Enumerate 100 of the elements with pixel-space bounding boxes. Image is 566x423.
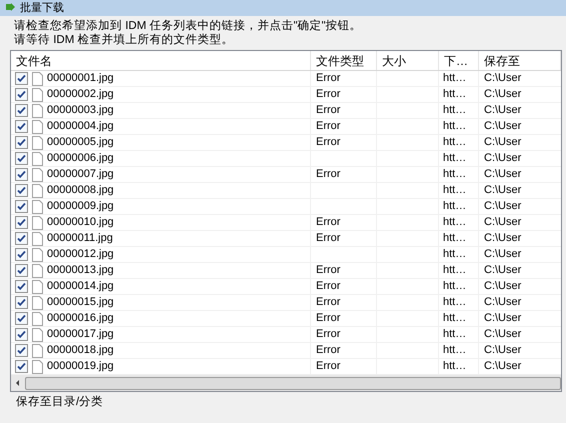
file-icon — [32, 360, 43, 374]
file-name: 00000012.jpg — [47, 247, 114, 262]
file-icon — [32, 168, 43, 182]
file-icon — [32, 200, 43, 214]
file-type: Error — [316, 167, 340, 182]
url-cell-text: htt… — [443, 279, 466, 294]
save-path: C:\User — [484, 215, 522, 230]
file-name: 00000005.jpg — [47, 135, 114, 150]
file-name: 00000007.jpg — [47, 167, 114, 182]
checkbox[interactable] — [15, 296, 28, 309]
checkbox[interactable] — [15, 184, 28, 197]
save-path: C:\User — [484, 263, 522, 278]
column-header[interactable]: 保存至 — [479, 51, 561, 70]
file-icon — [32, 312, 43, 326]
file-type: Error — [316, 119, 340, 134]
file-icon — [32, 280, 43, 294]
checkbox[interactable] — [15, 104, 28, 117]
file-icon — [32, 104, 43, 118]
file-name: 00000004.jpg — [47, 119, 114, 134]
checkbox[interactable] — [15, 152, 28, 165]
checkbox[interactable] — [15, 360, 28, 373]
url-cell-text: htt… — [443, 215, 466, 230]
file-icon — [32, 344, 43, 358]
url-cell-text: htt… — [443, 311, 466, 326]
save-path: C:\User — [484, 119, 522, 134]
file-type: Error — [316, 231, 340, 246]
url-cell-text: htt… — [443, 343, 466, 358]
file-type: Error — [316, 263, 340, 278]
checkbox[interactable] — [15, 344, 28, 357]
file-icon — [32, 296, 43, 310]
file-name: 00000018.jpg — [47, 343, 114, 358]
save-path: C:\User — [484, 327, 522, 342]
file-name: 00000013.jpg — [47, 263, 114, 278]
save-path: C:\User — [484, 231, 522, 246]
save-path: C:\User — [484, 247, 522, 262]
checkbox[interactable] — [15, 200, 28, 213]
file-name: 00000003.jpg — [47, 103, 114, 118]
checkbox[interactable] — [15, 216, 28, 229]
scroll-thumb[interactable] — [25, 376, 561, 390]
checkbox[interactable] — [15, 136, 28, 149]
url-cell-text: htt… — [443, 247, 466, 262]
checkbox[interactable] — [15, 264, 28, 277]
instruction-text: 请等待 IDM 检查并填上所有的文件类型。 — [14, 33, 234, 47]
file-name: 00000008.jpg — [47, 183, 114, 198]
save-path: C:\User — [484, 279, 522, 294]
file-icon — [32, 248, 43, 262]
file-name: 00000010.jpg — [47, 215, 114, 230]
save-path: C:\User — [484, 359, 522, 374]
save-path: C:\User — [484, 167, 522, 182]
file-name: 00000001.jpg — [47, 71, 114, 86]
file-type: Error — [316, 311, 340, 326]
file-name: 00000019.jpg — [47, 359, 114, 374]
file-icon — [32, 120, 43, 134]
checkbox[interactable] — [15, 120, 28, 133]
file-type: Error — [316, 103, 340, 118]
url-cell-text: htt… — [443, 151, 466, 166]
url-cell-text: htt… — [443, 103, 466, 118]
file-icon — [32, 232, 43, 246]
column-header[interactable]: 文件类型 — [311, 51, 377, 70]
url-cell-text: htt… — [443, 231, 466, 246]
horizontal-scrollbar[interactable] — [11, 375, 561, 391]
file-name: 00000016.jpg — [47, 311, 114, 326]
checkbox[interactable] — [15, 168, 28, 181]
file-name: 00000015.jpg — [47, 295, 114, 310]
save-path: C:\User — [484, 71, 522, 86]
file-type: Error — [316, 87, 340, 102]
checkbox[interactable] — [15, 328, 28, 341]
column-header[interactable]: 下… — [439, 51, 479, 70]
file-icon — [32, 216, 43, 230]
checkbox[interactable] — [15, 312, 28, 325]
url-cell-text: htt… — [443, 327, 466, 342]
file-type: Error — [316, 359, 340, 374]
url-cell-text: htt… — [443, 263, 466, 278]
footer-label: 保存至目录/分类 — [15, 394, 104, 410]
file-name: 00000006.jpg — [47, 151, 114, 166]
file-type: Error — [316, 279, 340, 294]
file-type: Error — [316, 343, 340, 358]
file-icon — [32, 72, 43, 86]
save-path: C:\User — [484, 311, 522, 326]
save-path: C:\User — [484, 199, 522, 214]
file-name: 00000009.jpg — [47, 199, 114, 214]
url-cell-text: htt… — [443, 135, 466, 150]
save-path: C:\User — [484, 343, 522, 358]
download-arrow-icon — [4, 2, 16, 14]
url-cell-text: htt… — [443, 87, 466, 102]
column-header[interactable]: 文件名 — [11, 51, 311, 70]
file-type: Error — [316, 135, 340, 150]
checkbox[interactable] — [15, 72, 28, 85]
checkbox[interactable] — [15, 280, 28, 293]
url-cell-text: htt… — [443, 199, 466, 214]
file-icon — [32, 184, 43, 198]
file-type: Error — [316, 327, 340, 342]
checkbox[interactable] — [15, 232, 28, 245]
column-header[interactable]: 大小 — [377, 51, 439, 70]
file-icon — [32, 136, 43, 150]
checkbox[interactable] — [15, 248, 28, 261]
checkbox[interactable] — [15, 88, 28, 101]
instruction-text: 请检查您希望添加到 IDM 任务列表中的链接，并点击"确定"按钮。 — [14, 19, 363, 33]
url-cell-text: htt… — [443, 359, 466, 374]
save-path: C:\User — [484, 295, 522, 310]
